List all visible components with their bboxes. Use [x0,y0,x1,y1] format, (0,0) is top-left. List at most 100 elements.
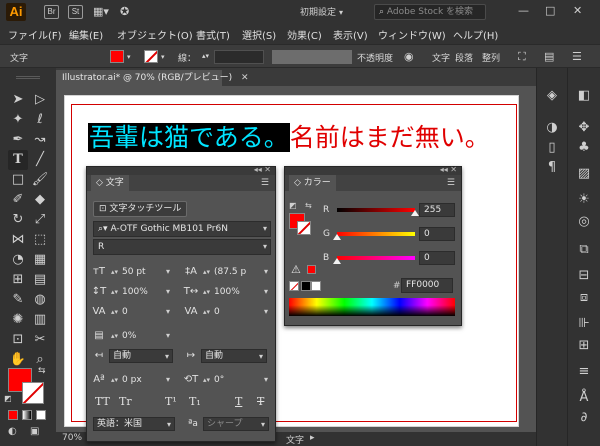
tracking-field[interactable]: ▴▾ 0 [203,305,220,319]
curvature-tool-icon[interactable]: ↝ [30,130,50,150]
stroke-weight-field[interactable] [214,50,264,64]
blend-tool-icon[interactable]: ◍ [30,290,50,310]
panel-menu-icon[interactable]: ☰ [447,178,455,188]
leading-dropdown[interactable]: ▾ [255,265,271,279]
menu-type[interactable]: 書式(T) [196,27,230,42]
aki-after-select[interactable]: 自動 ▾ [201,349,267,363]
white-swatch[interactable] [311,281,321,291]
appearance-icon[interactable]: ☀ [573,190,595,210]
superscript-button[interactable]: T¹ [165,395,177,408]
g-slider-thumb[interactable] [333,234,341,240]
toolbar-grip[interactable] [16,76,40,79]
close-tab-icon[interactable]: ✕ [241,73,249,83]
magic-wand-tool-icon[interactable]: ✦ [8,110,28,130]
underline-button[interactable]: T [235,395,242,408]
swap-colors-icon[interactable]: ⇆ [305,201,312,210]
character-rotation-dropdown[interactable]: ▾ [255,373,271,387]
font-size-field[interactable]: ▴▾ 50 pt [111,265,146,279]
r-slider-thumb[interactable] [411,210,419,216]
rectangle-tool-icon[interactable]: □ [8,170,28,190]
all-caps-button[interactable]: TT [95,395,110,408]
none-mode-icon[interactable] [36,410,46,420]
menu-effect[interactable]: 効果(C) [287,27,322,42]
paragraph-link[interactable]: 段落 [455,51,473,64]
default-fill-stroke-icon[interactable]: ◩ [4,394,12,403]
slice-tool-icon[interactable]: ✂ [30,330,50,350]
perspective-grid-tool-icon[interactable]: ▦ [30,250,50,270]
leading-field[interactable]: ▴▾ (87.5 p [203,265,246,279]
hex-field[interactable]: FF0000 [401,278,453,293]
baseline-shift-field[interactable]: ▴▾ 0 px [111,373,142,387]
panel-titlebar[interactable]: ◂◂ ✕ [87,165,275,175]
gpu-performance-icon[interactable]: ✪ [120,5,138,19]
symbol-sprayer-tool-icon[interactable]: ✺ [8,310,28,330]
subscript-button[interactable]: T₁ [189,395,201,408]
stock-search-input[interactable]: ⌕ Adobe Stock を検索 [374,4,486,20]
stroke-color-swatch[interactable] [22,382,44,404]
tab-color[interactable]: ◇ カラー [289,175,336,191]
language-select[interactable]: 英語：米国 ▾ [93,417,175,431]
artboards-icon[interactable]: ◧ [573,86,595,106]
color-stroke-swatch[interactable] [297,221,311,235]
menu-window[interactable]: ウィンドウ(W) [378,27,446,42]
opacity-label[interactable]: 不透明度 [357,51,393,64]
libraries-icon[interactable]: ◑ [541,118,563,138]
horizontal-scale-dropdown[interactable]: ▾ [255,285,271,299]
menu-icon[interactable]: ≡ [573,362,595,382]
selected-text[interactable]: 吾輩は猫である。 [88,123,290,152]
gradient-tool-icon[interactable]: ▤ [30,270,50,290]
panel-menu-icon[interactable]: ☰ [261,178,269,188]
type-tool-icon[interactable]: T [8,150,28,170]
stock-icon[interactable]: St [68,5,83,19]
b-slider[interactable] [337,256,415,260]
layers-icon[interactable]: ◈ [541,86,563,106]
eraser-tool-icon[interactable]: ◆ [30,190,50,210]
shape-builder-tool-icon[interactable]: ◔ [8,250,28,270]
vertical-scale-field[interactable]: ▴▾ 100% [111,285,148,299]
paragraph-icon[interactable]: ¶ [541,158,563,178]
menu-view[interactable]: 表示(V) [333,27,368,42]
unselected-text[interactable]: 名前はまだ無い。 [290,123,490,152]
screen-mode-icon[interactable]: ▣ [30,426,39,437]
artboard-tool-icon[interactable]: ⊡ [8,330,28,350]
align-icon[interactable]: ⊪ [573,314,595,334]
menu-edit[interactable]: 編集(E) [69,27,103,42]
graphic-styles-icon[interactable]: ▨ [573,164,595,184]
collapse-icon[interactable]: ◂◂ ✕ [254,165,271,174]
character-rotation-field[interactable]: ▴▾ 0° [203,373,224,387]
tracking-dropdown[interactable]: ▾ [255,305,271,319]
stroke-none-swatch[interactable] [144,50,158,63]
maximize-icon[interactable]: □ [545,4,555,17]
shaper-tool-icon[interactable]: ✐ [8,190,28,210]
chevron-down-icon[interactable]: ▾ [161,53,165,61]
b-value-field[interactable]: 0 [419,251,455,265]
baseline-shift-dropdown[interactable]: ▾ [157,373,173,387]
hand-tool-icon[interactable]: ✋ [8,350,28,370]
character-styles-icon[interactable]: Å [573,388,595,408]
status-mode[interactable]: 文字 [286,433,304,446]
vertical-scale-dropdown[interactable]: ▾ [157,285,173,299]
menu-object[interactable]: オブジェクト(O) [117,27,193,42]
collapse-icon[interactable]: ◂◂ ✕ [440,165,457,174]
panel-menu-icon[interactable]: ☰ [572,49,588,65]
horizontal-scale-field[interactable]: ▴▾ 100% [203,285,240,299]
text-object[interactable]: 吾輩は猫である。名前はまだ無い。 [88,122,490,156]
pen-tool-icon[interactable]: ✒ [8,130,28,150]
tsume-dropdown[interactable]: ▾ [157,329,173,343]
column-graph-tool-icon[interactable]: ▥ [30,310,50,330]
gradient-mode-icon[interactable] [22,410,32,420]
workspace-switcher[interactable]: 初期設定 ▾ [300,5,362,20]
font-family-select[interactable]: ⌕▾ A-OTF Gothic MB101 Pr6N ▾ [93,221,271,237]
more-options-icon[interactable]: ▤ [544,49,560,65]
direct-selection-tool-icon[interactable]: ▷ [30,90,50,110]
stroke-weight-spinner[interactable]: ▴▾ [202,52,209,60]
strikethrough-button[interactable]: T [257,395,264,408]
swatches-icon[interactable]: ◎ [573,212,595,232]
eyedropper-tool-icon[interactable]: ✎ [8,290,28,310]
chevron-down-icon[interactable]: ▾ [127,53,131,61]
line-tool-icon[interactable]: ╱ [30,150,50,170]
scale-tool-icon[interactable]: ⤢ [30,210,50,230]
aki-before-select[interactable]: 自動 ▾ [109,349,173,363]
opentype-icon[interactable]: ∂ [573,408,595,428]
width-tool-icon[interactable]: ⋈ [8,230,28,250]
